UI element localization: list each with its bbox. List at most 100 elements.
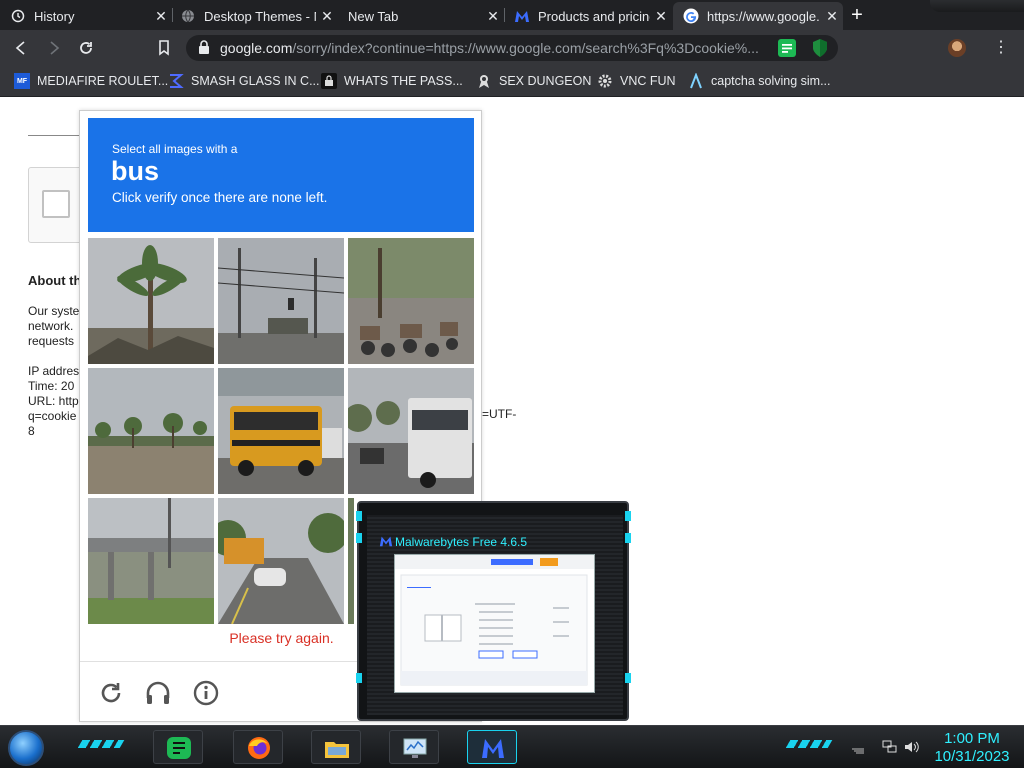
close-icon[interactable]: ✕: [316, 8, 338, 25]
page-text-line: URL: http: [28, 394, 79, 408]
captcha-tile-city-bus[interactable]: [348, 368, 474, 494]
headphones-icon[interactable]: [143, 678, 173, 708]
tab-desktop-themes[interactable]: Desktop Themes - M ✕: [170, 2, 338, 30]
frame-accent: [356, 673, 362, 683]
bookmark-label: captcha solving sim...: [711, 74, 831, 88]
captcha-header: Select all images with a bus Click verif…: [88, 118, 474, 232]
url-path: /sorry/index?continue=https://www.google…: [292, 40, 759, 56]
page-text-line: 8: [28, 424, 35, 438]
tab-title: Desktop Themes - M: [204, 8, 316, 24]
page-text-line: requests: [28, 334, 75, 348]
tab-google[interactable]: https://www.google. ✕: [673, 2, 843, 30]
url-text[interactable]: google.com/sorry/index?continue=https://…: [220, 40, 759, 56]
bookmark-captcha-solving[interactable]: captcha solving sim...: [688, 71, 831, 91]
bookmark-vnc-fun[interactable]: VNC FUN: [597, 71, 676, 91]
window-frame-decoration: [930, 0, 1024, 12]
lambda-icon: [688, 73, 704, 89]
malwarebytes-icon: [482, 739, 504, 758]
clock-time[interactable]: 1:00 PM: [930, 730, 1014, 747]
taskbar-app-file-explorer[interactable]: [311, 730, 361, 764]
frame-accent: [625, 511, 631, 521]
network-icon[interactable]: [882, 740, 898, 754]
tab-history[interactable]: History ✕: [0, 2, 172, 30]
captcha-tile-palm-trees[interactable]: [88, 368, 214, 494]
bookmark-label: SMASH GLASS IN C...: [191, 74, 320, 88]
taskbar-decoration: [785, 740, 833, 748]
show-hidden-icons[interactable]: [850, 740, 866, 754]
bookmark-mediafire[interactable]: MF MEDIAFIRE ROULET...: [14, 71, 168, 91]
smash-glass-icon: [168, 73, 184, 89]
start-button[interactable]: [8, 730, 44, 766]
captcha-tile-palm-tree[interactable]: [88, 238, 214, 364]
page-text-line: Time: 20: [28, 379, 75, 393]
frame-accent: [356, 511, 362, 521]
back-button[interactable]: [10, 37, 32, 59]
bookmark-whats-the-pass[interactable]: WHATS THE PASS...: [321, 71, 463, 91]
captcha-tile-school-bus-road[interactable]: [218, 498, 344, 624]
forward-button[interactable]: [43, 37, 65, 59]
page-text-line: =UTF-: [482, 407, 517, 421]
captcha-tile-motorcycles[interactable]: [348, 238, 474, 364]
captcha-tile-school-bus[interactable]: [218, 368, 344, 494]
taskbar-app-notes[interactable]: [153, 730, 203, 764]
mediafire-icon: MF: [14, 73, 30, 89]
notes-app-icon: [167, 737, 191, 759]
volume-icon[interactable]: [904, 740, 920, 754]
page-text-line: q=cookie: [28, 409, 77, 423]
taskbar: 1:00 PM 10/31/2023: [0, 725, 1024, 768]
bookmark-smash-glass[interactable]: SMASH GLASS IN C...: [168, 71, 320, 91]
taskbar-decoration: [77, 740, 125, 748]
tab-products-pricing[interactable]: Products and pricing ✕: [504, 2, 672, 30]
bookmark-label: VNC FUN: [620, 74, 676, 88]
globe-icon: [180, 8, 196, 24]
page-text-line: network.: [28, 319, 74, 333]
window-thumbnail[interactable]: [394, 554, 595, 693]
malwarebytes-preview-window[interactable]: Malwarebytes Free 4.6.5: [356, 501, 631, 721]
url-host: google.com: [220, 40, 293, 56]
tab-new-tab[interactable]: New Tab ✕: [338, 2, 504, 30]
captcha-target-word: bus: [111, 156, 160, 186]
tab-title: New Tab: [348, 8, 399, 24]
close-icon[interactable]: ✕: [821, 8, 843, 25]
close-icon[interactable]: ✕: [150, 8, 172, 25]
captcha-tile-overpass[interactable]: [88, 498, 214, 624]
gear-icon: [597, 73, 613, 89]
monitor-icon: [403, 738, 427, 758]
extension-icon[interactable]: [778, 39, 796, 57]
avatar[interactable]: [948, 39, 966, 57]
tab-strip: History ✕ Desktop Themes - M ✕ New Tab ✕…: [0, 0, 1024, 30]
tab-title: History: [34, 8, 75, 24]
captcha-instruction-sub: Click verify once there are none left.: [112, 190, 328, 205]
bookmark-label: SEX DUNGEON: [499, 74, 592, 88]
recaptcha-checkbox[interactable]: [42, 190, 70, 218]
google-icon: [683, 8, 699, 24]
taskbar-app-monitor[interactable]: [389, 730, 439, 764]
captcha-tile-power-lines[interactable]: [218, 238, 344, 364]
clock-date[interactable]: 10/31/2023: [930, 748, 1014, 765]
new-tab-button[interactable]: +: [846, 4, 868, 26]
browser-toolbar: google.com/sorry/index?continue=https://…: [0, 30, 1024, 65]
tab-title: Products and pricing: [538, 8, 650, 24]
ribbon-icon: [476, 73, 492, 89]
captcha-tile-street[interactable]: [348, 498, 354, 624]
bookmark-star-button[interactable]: [153, 37, 175, 59]
window-title: Malwarebytes Free 4.6.5: [395, 535, 528, 549]
malwarebytes-icon: [379, 536, 393, 547]
bookmarks-bar: MF MEDIAFIRE ROULET... SMASH GLASS IN C.…: [0, 65, 1024, 97]
history-icon: [10, 8, 26, 24]
reload-button[interactable]: [75, 37, 97, 59]
taskbar-app-malwarebytes[interactable]: [467, 730, 517, 764]
lock-icon[interactable]: [198, 40, 210, 54]
reload-challenge-icon[interactable]: [96, 678, 126, 708]
close-icon[interactable]: ✕: [650, 8, 672, 25]
bookmark-label: MEDIAFIRE ROULET...: [37, 74, 169, 88]
menu-icon[interactable]: ⋮: [992, 37, 1010, 59]
address-bar[interactable]: google.com/sorry/index?continue=https://…: [186, 35, 838, 61]
close-icon[interactable]: ✕: [482, 8, 504, 25]
taskbar-app-firefox[interactable]: [233, 730, 283, 764]
bookmark-sex-dungeon[interactable]: SEX DUNGEON: [476, 71, 591, 91]
page-text-line: Our syste: [28, 304, 80, 318]
shield-icon[interactable]: [812, 38, 828, 58]
info-icon[interactable]: [191, 678, 221, 708]
lock-badge-icon: [321, 73, 337, 89]
